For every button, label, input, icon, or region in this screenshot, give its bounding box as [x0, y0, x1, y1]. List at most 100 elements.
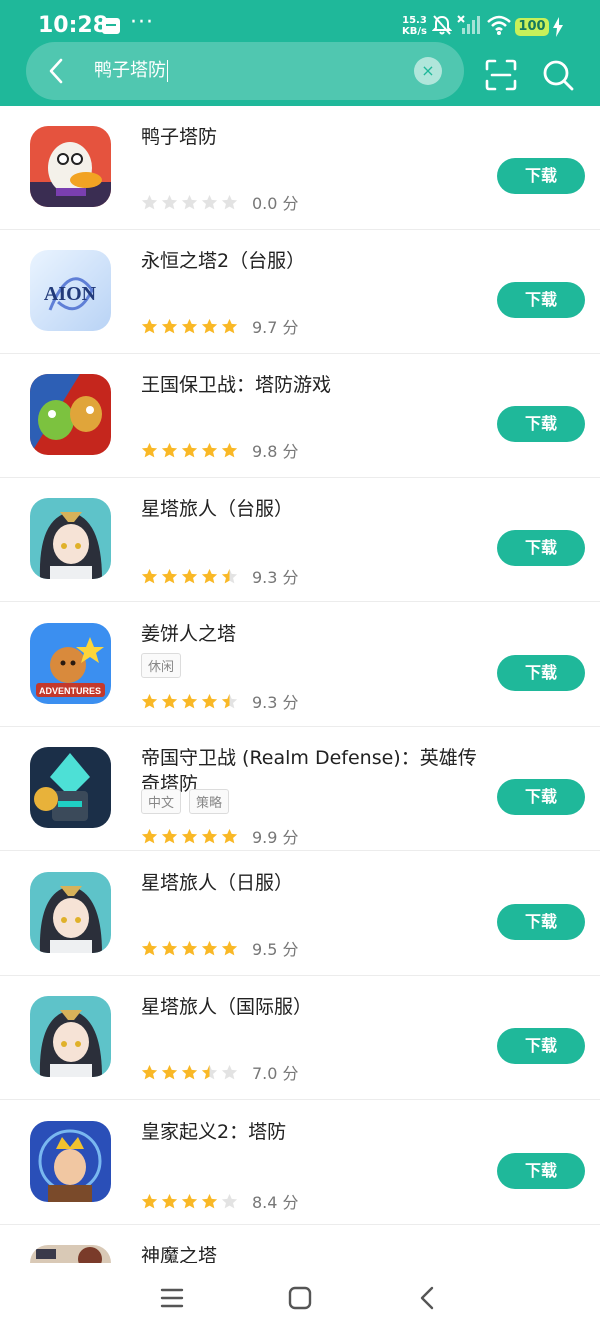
- anime-girl-icon[interactable]: [30, 498, 111, 579]
- network-speed-value: 15.3: [402, 15, 427, 26]
- download-button[interactable]: 下载: [497, 282, 585, 318]
- header: 10:28 ··· 15.3 KB/s 100 鸭子塔防 ×: [0, 0, 600, 106]
- kingdom-rush-icon[interactable]: [30, 374, 111, 455]
- star-icon: [141, 568, 158, 583]
- star-icon: [161, 693, 178, 708]
- list-item[interactable]: 星塔旅人（国际服） 7.0 分 下载: [0, 976, 600, 1100]
- wifi-icon: [487, 15, 511, 35]
- list-item[interactable]: 星塔旅人（日服） 9.5 分 下载: [0, 852, 600, 976]
- cookie-icon[interactable]: ADVENTURES: [30, 623, 111, 704]
- star-icon: [221, 828, 238, 843]
- star-icon: [161, 940, 178, 955]
- search-input[interactable]: 鸭子塔防: [94, 56, 394, 86]
- app-title[interactable]: 星塔旅人（台服）: [141, 496, 481, 522]
- star-icon: [201, 828, 218, 843]
- anime-girl-icon[interactable]: [30, 996, 111, 1077]
- list-item[interactable]: 帝国守卫战 (Realm Defense)：英雄传奇塔防 中文 策略 9.9 分…: [0, 727, 600, 851]
- download-button[interactable]: 下载: [497, 779, 585, 815]
- star-icon: [221, 1193, 238, 1208]
- rating: 9.3 分: [141, 564, 299, 588]
- royal-revolt-icon[interactable]: [30, 1121, 111, 1202]
- download-button[interactable]: 下载: [497, 655, 585, 691]
- star-icon: [181, 828, 198, 843]
- star-icon: [161, 568, 178, 583]
- rating: 9.7 分: [141, 314, 299, 338]
- tag[interactable]: 休闲: [141, 653, 182, 678]
- rating-score: 8.4 分: [252, 1193, 299, 1212]
- rating-score: 9.3 分: [252, 693, 299, 712]
- list-item[interactable]: 星塔旅人（台服） 9.3 分 下载: [0, 478, 600, 602]
- rating-score: 0.0 分: [252, 194, 299, 213]
- star-icon: [161, 1193, 178, 1208]
- search-button[interactable]: [541, 58, 575, 92]
- rating-score: 9.9 分: [252, 828, 299, 847]
- star-icon: [141, 1064, 158, 1079]
- list-item[interactable]: AION 永恒之塔2（台服） 9.7 分 下载: [0, 230, 600, 354]
- list-item[interactable]: 皇家起义2：塔防 8.4 分 下载: [0, 1101, 600, 1225]
- star-icon: [221, 318, 238, 333]
- back-button[interactable]: [42, 56, 72, 86]
- star-rating: [141, 318, 238, 335]
- app-title[interactable]: 星塔旅人（日服）: [141, 870, 481, 896]
- star-icon: [201, 318, 218, 333]
- home-icon[interactable]: [285, 1283, 315, 1313]
- anime-girl-icon[interactable]: [30, 872, 111, 953]
- duck-game-icon[interactable]: [30, 126, 111, 207]
- app-title[interactable]: 星塔旅人（国际服）: [141, 994, 481, 1020]
- menu-icon[interactable]: [157, 1283, 187, 1313]
- tag-list: 中文 策略: [141, 789, 230, 814]
- clear-search-button[interactable]: ×: [414, 57, 442, 85]
- app-title[interactable]: 神魔之塔: [141, 1243, 481, 1263]
- mute-icon: [432, 15, 452, 35]
- rating: 9.3 分: [141, 689, 299, 713]
- download-button[interactable]: 下载: [497, 530, 585, 566]
- download-button[interactable]: 下载: [497, 1028, 585, 1064]
- tower-of-saviors-icon[interactable]: [30, 1245, 111, 1263]
- network-speed-unit: KB/s: [402, 26, 427, 37]
- list-item[interactable]: 王国保卫战：塔防游戏 9.8 分 下载: [0, 354, 600, 478]
- tag-list: 休闲: [141, 653, 182, 678]
- star-icon: [181, 693, 198, 708]
- star-icon: [201, 1064, 218, 1079]
- star-icon: [181, 442, 198, 457]
- text-cursor: [167, 60, 168, 82]
- app-title[interactable]: 皇家起义2：塔防: [141, 1119, 481, 1145]
- download-button[interactable]: 下载: [497, 1153, 585, 1189]
- list-item[interactable]: 鸭子塔防 0.0 分 下载: [0, 106, 600, 230]
- app-title[interactable]: 鸭子塔防: [141, 124, 481, 150]
- list-item[interactable]: 神魔之塔: [0, 1225, 600, 1263]
- app-title[interactable]: 永恒之塔2（台服）: [141, 248, 481, 274]
- nav-back-icon[interactable]: [413, 1283, 443, 1313]
- list-item[interactable]: ADVENTURES 姜饼人之塔 休闲 9.3 分 下载: [0, 603, 600, 727]
- more-notifications-icon: ···: [130, 10, 154, 35]
- app-title[interactable]: 王国保卫战：塔防游戏: [141, 372, 481, 398]
- charging-icon: [553, 17, 563, 37]
- star-icon: [221, 940, 238, 955]
- tag[interactable]: 中文: [141, 789, 182, 814]
- scan-button[interactable]: [484, 58, 518, 92]
- realm-defense-icon[interactable]: [30, 747, 111, 828]
- tag[interactable]: 策略: [189, 789, 230, 814]
- app-title[interactable]: 姜饼人之塔: [141, 621, 481, 647]
- download-button[interactable]: 下载: [497, 158, 585, 194]
- download-button[interactable]: 下载: [497, 406, 585, 442]
- rating-score: 9.3 分: [252, 568, 299, 587]
- star-icon: [201, 693, 218, 708]
- battery-indicator: 100: [515, 18, 549, 36]
- star-icon: [141, 194, 158, 209]
- search-results-list[interactable]: 鸭子塔防 0.0 分 下载 AION 永恒之塔2（台服） 9.7 分 下载 王国…: [0, 106, 600, 1263]
- rating: 0.0 分: [141, 190, 299, 214]
- star-icon: [161, 828, 178, 843]
- aion-icon[interactable]: AION: [30, 250, 111, 331]
- rating-score: 9.7 分: [252, 318, 299, 337]
- star-icon: [221, 693, 238, 708]
- star-icon: [181, 1193, 198, 1208]
- star-icon: [161, 194, 178, 209]
- star-icon: [201, 442, 218, 457]
- download-button[interactable]: 下载: [497, 904, 585, 940]
- system-nav-bar: [0, 1263, 600, 1333]
- star-icon: [141, 940, 158, 955]
- star-rating: [141, 693, 238, 710]
- star-icon: [181, 194, 198, 209]
- star-icon: [181, 568, 198, 583]
